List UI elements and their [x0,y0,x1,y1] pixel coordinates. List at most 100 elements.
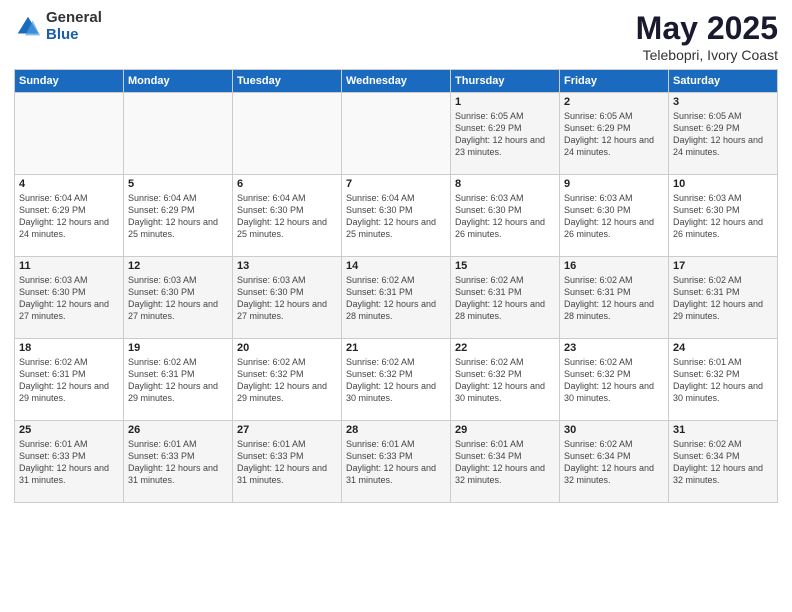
day-cell: 15 Sunrise: 6:02 AM Sunset: 6:31 PM Dayl… [451,257,560,339]
sunset-text: Sunset: 6:30 PM [455,205,522,215]
sunrise-text: Sunrise: 6:02 AM [346,357,415,367]
logo-icon [14,13,42,41]
day-cell: 13 Sunrise: 6:03 AM Sunset: 6:30 PM Dayl… [233,257,342,339]
day-number: 26 [128,424,228,436]
day-number: 24 [673,342,773,354]
day-number: 13 [237,260,337,272]
day-number: 7 [346,178,446,190]
sunrise-text: Sunrise: 6:04 AM [128,193,197,203]
day-number: 18 [19,342,119,354]
week-row-1: 1 Sunrise: 6:05 AM Sunset: 6:29 PM Dayli… [15,93,778,175]
week-row-3: 11 Sunrise: 6:03 AM Sunset: 6:30 PM Dayl… [15,257,778,339]
daylight-text: Daylight: 12 hours and 31 minutes. [346,463,436,485]
calendar-table: Sunday Monday Tuesday Wednesday Thursday… [14,69,778,503]
daylight-text: Daylight: 12 hours and 28 minutes. [346,299,436,321]
sunrise-text: Sunrise: 6:02 AM [455,275,524,285]
day-cell: 26 Sunrise: 6:01 AM Sunset: 6:33 PM Dayl… [124,421,233,503]
day-info: Sunrise: 6:02 AM Sunset: 6:34 PM Dayligh… [564,438,664,487]
day-number: 12 [128,260,228,272]
day-number: 23 [564,342,664,354]
daylight-text: Daylight: 12 hours and 28 minutes. [455,299,545,321]
day-cell: 16 Sunrise: 6:02 AM Sunset: 6:31 PM Dayl… [560,257,669,339]
sunrise-text: Sunrise: 6:03 AM [128,275,197,285]
sunset-text: Sunset: 6:29 PM [455,123,522,133]
sunrise-text: Sunrise: 6:02 AM [673,439,742,449]
day-cell [124,93,233,175]
sunrise-text: Sunrise: 6:02 AM [19,357,88,367]
day-info: Sunrise: 6:05 AM Sunset: 6:29 PM Dayligh… [455,110,555,159]
calendar-title: May 2025 [636,10,778,47]
sunset-text: Sunset: 6:34 PM [564,451,631,461]
sunset-text: Sunset: 6:30 PM [128,287,195,297]
day-cell: 8 Sunrise: 6:03 AM Sunset: 6:30 PM Dayli… [451,175,560,257]
day-cell: 17 Sunrise: 6:02 AM Sunset: 6:31 PM Dayl… [669,257,778,339]
daylight-text: Daylight: 12 hours and 24 minutes. [19,217,109,239]
day-number: 16 [564,260,664,272]
day-cell [233,93,342,175]
daylight-text: Daylight: 12 hours and 32 minutes. [673,463,763,485]
daylight-text: Daylight: 12 hours and 31 minutes. [128,463,218,485]
sunset-text: Sunset: 6:33 PM [346,451,413,461]
col-saturday: Saturday [669,70,778,93]
sunrise-text: Sunrise: 6:03 AM [19,275,88,285]
daylight-text: Daylight: 12 hours and 24 minutes. [673,135,763,157]
day-cell: 12 Sunrise: 6:03 AM Sunset: 6:30 PM Dayl… [124,257,233,339]
daylight-text: Daylight: 12 hours and 29 minutes. [673,299,763,321]
sunset-text: Sunset: 6:33 PM [237,451,304,461]
sunset-text: Sunset: 6:32 PM [564,369,631,379]
sunrise-text: Sunrise: 6:01 AM [237,439,306,449]
sunrise-text: Sunrise: 6:03 AM [237,275,306,285]
day-number: 1 [455,96,555,108]
day-number: 25 [19,424,119,436]
daylight-text: Daylight: 12 hours and 30 minutes. [455,381,545,403]
day-info: Sunrise: 6:01 AM Sunset: 6:33 PM Dayligh… [128,438,228,487]
day-info: Sunrise: 6:01 AM Sunset: 6:33 PM Dayligh… [19,438,119,487]
day-info: Sunrise: 6:03 AM Sunset: 6:30 PM Dayligh… [564,192,664,241]
day-cell: 6 Sunrise: 6:04 AM Sunset: 6:30 PM Dayli… [233,175,342,257]
daylight-text: Daylight: 12 hours and 29 minutes. [128,381,218,403]
daylight-text: Daylight: 12 hours and 30 minutes. [346,381,436,403]
day-info: Sunrise: 6:02 AM Sunset: 6:31 PM Dayligh… [19,356,119,405]
day-number: 15 [455,260,555,272]
day-cell: 11 Sunrise: 6:03 AM Sunset: 6:30 PM Dayl… [15,257,124,339]
day-number: 2 [564,96,664,108]
day-number: 28 [346,424,446,436]
sunset-text: Sunset: 6:30 PM [19,287,86,297]
day-cell: 24 Sunrise: 6:01 AM Sunset: 6:32 PM Dayl… [669,339,778,421]
logo-general-text: General [46,10,102,27]
daylight-text: Daylight: 12 hours and 23 minutes. [455,135,545,157]
sunrise-text: Sunrise: 6:04 AM [346,193,415,203]
day-cell: 2 Sunrise: 6:05 AM Sunset: 6:29 PM Dayli… [560,93,669,175]
day-cell: 3 Sunrise: 6:05 AM Sunset: 6:29 PM Dayli… [669,93,778,175]
day-number: 5 [128,178,228,190]
day-number: 10 [673,178,773,190]
sunrise-text: Sunrise: 6:01 AM [19,439,88,449]
calendar-subtitle: Telebopri, Ivory Coast [636,47,778,63]
day-cell: 7 Sunrise: 6:04 AM Sunset: 6:30 PM Dayli… [342,175,451,257]
day-info: Sunrise: 6:02 AM Sunset: 6:31 PM Dayligh… [455,274,555,323]
logo-text: General Blue [46,10,102,43]
sunrise-text: Sunrise: 6:02 AM [564,275,633,285]
day-info: Sunrise: 6:01 AM Sunset: 6:33 PM Dayligh… [346,438,446,487]
sunrise-text: Sunrise: 6:05 AM [673,111,742,121]
sunset-text: Sunset: 6:32 PM [673,369,740,379]
day-info: Sunrise: 6:03 AM Sunset: 6:30 PM Dayligh… [455,192,555,241]
daylight-text: Daylight: 12 hours and 26 minutes. [673,217,763,239]
day-cell: 30 Sunrise: 6:02 AM Sunset: 6:34 PM Dayl… [560,421,669,503]
daylight-text: Daylight: 12 hours and 30 minutes. [673,381,763,403]
day-number: 8 [455,178,555,190]
sunset-text: Sunset: 6:34 PM [455,451,522,461]
day-info: Sunrise: 6:02 AM Sunset: 6:31 PM Dayligh… [564,274,664,323]
daylight-text: Daylight: 12 hours and 31 minutes. [19,463,109,485]
day-cell: 21 Sunrise: 6:02 AM Sunset: 6:32 PM Dayl… [342,339,451,421]
sunrise-text: Sunrise: 6:02 AM [128,357,197,367]
daylight-text: Daylight: 12 hours and 27 minutes. [128,299,218,321]
sunset-text: Sunset: 6:30 PM [564,205,631,215]
day-cell: 29 Sunrise: 6:01 AM Sunset: 6:34 PM Dayl… [451,421,560,503]
col-monday: Monday [124,70,233,93]
daylight-text: Daylight: 12 hours and 25 minutes. [237,217,327,239]
day-info: Sunrise: 6:03 AM Sunset: 6:30 PM Dayligh… [128,274,228,323]
sunset-text: Sunset: 6:31 PM [455,287,522,297]
sunrise-text: Sunrise: 6:02 AM [237,357,306,367]
sunset-text: Sunset: 6:34 PM [673,451,740,461]
